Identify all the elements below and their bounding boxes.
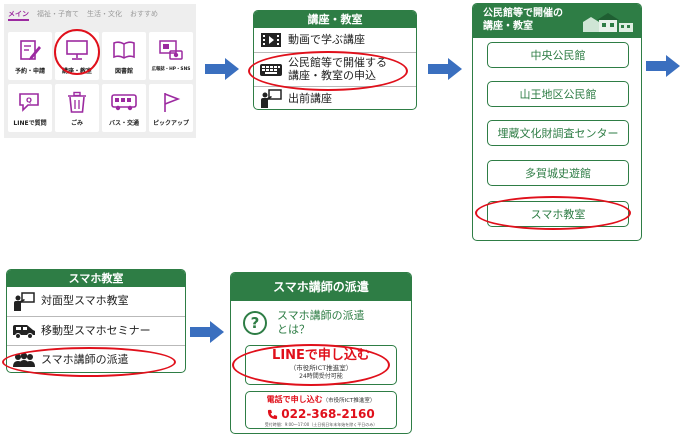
menu-item-outreach-lecture[interactable]: 出前講座 — [254, 86, 416, 109]
menu-item-in-person-class[interactable]: 対面型スマホ教室 — [7, 287, 185, 316]
facility-button-central-hall[interactable]: 中央公民館 — [487, 42, 629, 68]
line-apply-hours: 24時間受付可能 — [299, 373, 343, 380]
tile-label: ごみ — [70, 120, 83, 127]
menu-item-label: 動画で学ぶ講座 — [288, 32, 365, 46]
tile-bus-transit[interactable]: バス・交通 — [102, 84, 146, 132]
menu-item-label: 移動型スマホセミナー — [41, 323, 151, 337]
line-apply-button[interactable]: LINEで申し込む （市役所ICT推進室） 24時間受付可能 — [245, 345, 397, 385]
book-icon — [102, 37, 146, 63]
building-icon — [583, 13, 633, 32]
arrow-right-icon — [646, 55, 680, 77]
menu-item-public-hall-course[interactable]: 公民館等で開催する 講座・教室の申込 — [254, 52, 416, 86]
tab-welfare[interactable]: 福祉・子育て — [37, 7, 79, 21]
menu-item-video-course[interactable]: 動画で学ぶ講座 — [254, 28, 416, 52]
question-line2: とは？ — [277, 323, 310, 336]
lecture-icon — [254, 89, 288, 109]
menu-item-label-line1: 公民館等で開催する — [288, 55, 387, 69]
tile-label: バス・交通 — [108, 120, 139, 127]
film-icon — [254, 32, 288, 48]
line-apply-label: LINEで申し込む — [272, 348, 370, 363]
flag-icon — [149, 89, 193, 115]
arrow-right-icon — [205, 58, 239, 80]
people-icon — [7, 352, 41, 368]
tab-recommended[interactable]: おすすめ — [130, 7, 158, 21]
tile-label: ピックアップ — [152, 120, 189, 127]
tile-pickup[interactable]: ピックアップ — [149, 84, 193, 132]
facility-button-archaeology-center[interactable]: 埋蔵文化財調査センター — [487, 120, 629, 146]
panel-title: スマホ教室 — [7, 270, 185, 287]
dispatch-panel: スマホ講師の派遣 ? スマホ講師の派遣 とは？ LINEで申し込む （市役所IC… — [230, 272, 412, 434]
phone-hours: 受付時間：9:00～17:00（土日祝日年末年始を除く平日のみ） — [264, 422, 378, 427]
keyboard-icon — [254, 62, 288, 78]
menu-item-label: スマホ講師の派遣 — [41, 352, 129, 366]
bus-icon — [102, 89, 146, 115]
menu-item-label-line2: 講座・教室の申込 — [288, 68, 376, 82]
tile-library[interactable]: 図書館 — [102, 32, 146, 80]
tab-life-culture[interactable]: 生活・文化 — [87, 7, 122, 21]
facility-button-smartphone-class[interactable]: スマホ教室 — [487, 201, 629, 227]
question-icon: ? — [243, 311, 267, 335]
arrow-right-icon — [428, 58, 462, 80]
tile-label: 図書館 — [114, 68, 133, 75]
phone-number[interactable]: 022-368-2160 — [281, 407, 374, 421]
courses-menu-panel: 講座・教室 動画で学ぶ講座 公民館等で開催する 講座・教室の申込 出前講座 — [253, 10, 417, 110]
category-tabs: メイン 福祉・子育て 生活・文化 おすすめ — [8, 7, 158, 21]
smartphone-class-panel: スマホ教室 対面型スマホ教室 移動型スマホセミナー スマホ講師の派遣 — [6, 269, 186, 373]
tile-label: 講座・教室 — [61, 68, 92, 75]
tile-reservation[interactable]: 予約・申請 — [8, 32, 52, 80]
tile-label: LINEで質問 — [13, 120, 47, 127]
panel-header: 公民館等で開催の 講座・教室 — [473, 4, 641, 38]
arrow-right-icon — [190, 321, 224, 343]
what-is-dispatch-link[interactable]: ? スマホ講師の派遣 とは？ — [243, 309, 365, 337]
svg-text:Q: Q — [26, 97, 32, 105]
phone-apply-button[interactable]: 電話で申し込む（市役所ICT推進室） 022-368-2160 受付時間：9:0… — [245, 391, 397, 429]
line-apply-dept: （市役所ICT推進室） — [289, 364, 353, 372]
van-icon — [7, 322, 41, 340]
tab-main[interactable]: メイン — [8, 7, 29, 21]
menu-item-label: 出前講座 — [288, 91, 332, 105]
chat-icon: Q — [8, 89, 52, 115]
facility-button-sanno-hall[interactable]: 山王地区公民館 — [487, 81, 629, 107]
tile-line-question[interactable]: Q LINEで質問 — [8, 84, 52, 132]
tile-pr-media[interactable]: 広報誌・HP・SNS — [149, 32, 193, 80]
panel-title: 講座・教室 — [254, 11, 416, 28]
phone-icon — [268, 409, 278, 419]
trash-icon — [55, 89, 99, 115]
phone-apply-dept: （市役所ICT推進室） — [322, 398, 376, 404]
monitor-icon — [55, 37, 99, 63]
tile-label: 予約・申請 — [14, 68, 45, 75]
phone-apply-label: 電話で申し込む — [266, 395, 323, 404]
form-pencil-icon — [8, 37, 52, 63]
panel-title: スマホ講師の派遣 — [231, 273, 411, 301]
teacher-board-icon — [7, 291, 41, 312]
question-line1: スマホ講師の派遣 — [277, 309, 365, 322]
menu-item-label: 対面型スマホ教室 — [41, 294, 129, 308]
menu-item-instructor-dispatch[interactable]: スマホ講師の派遣 — [7, 345, 185, 372]
menu-item-mobile-seminar[interactable]: 移動型スマホセミナー — [7, 316, 185, 345]
app-grid-panel: メイン 福祉・子育て 生活・文化 おすすめ 予約・申請 講座・教室 図書館 広報… — [4, 4, 196, 138]
facilities-panel: 公民館等で開催の 講座・教室 中央公民館 山王地区公民館 埋蔵文化財調査センター… — [472, 3, 642, 241]
media-icon — [149, 37, 193, 63]
tile-label: 広報誌・HP・SNS — [151, 67, 191, 72]
facility-button-tagajo-history-hall[interactable]: 多賀城史遊館 — [487, 160, 629, 186]
tile-courses[interactable]: 講座・教室 — [55, 32, 99, 80]
tile-garbage[interactable]: ごみ — [55, 84, 99, 132]
